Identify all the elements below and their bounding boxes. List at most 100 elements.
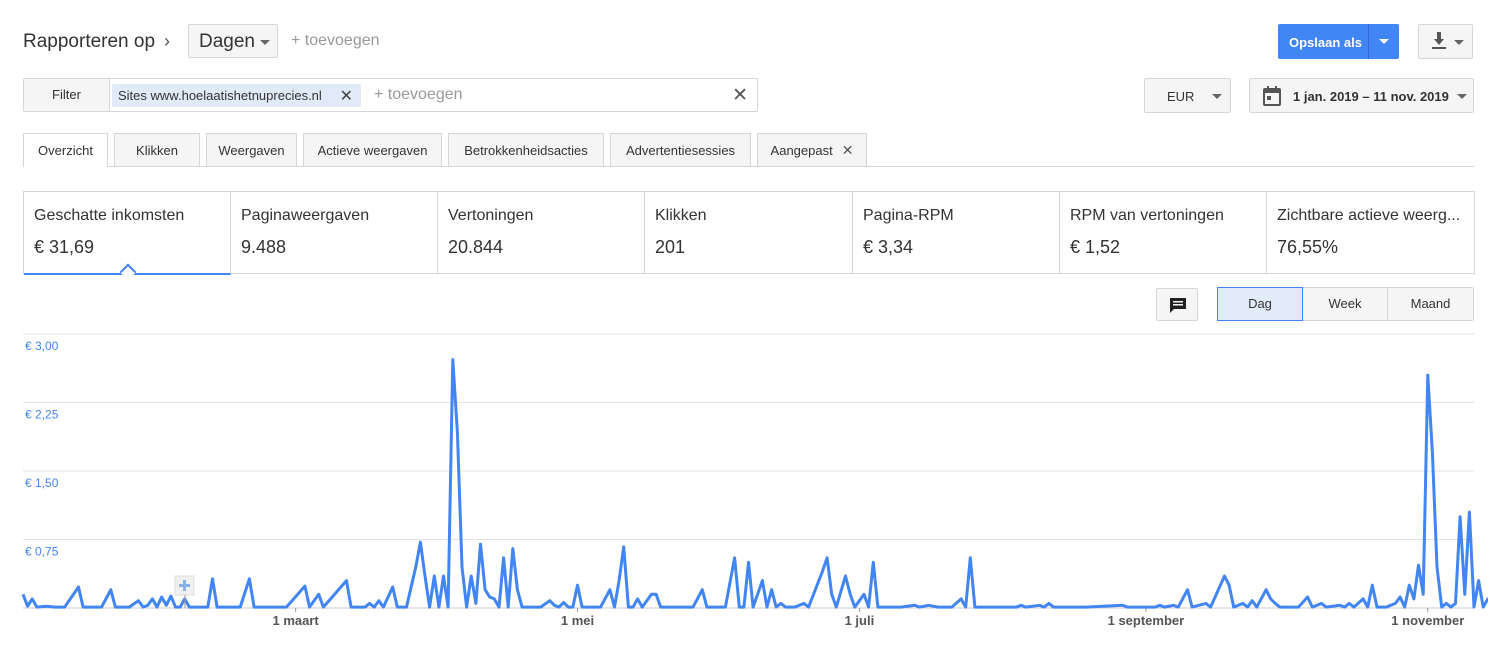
add-dimension-link[interactable]: + toevoegen <box>291 32 380 50</box>
x-tick-label: 1 juli <box>845 613 875 628</box>
tab-label: Overzicht <box>38 143 93 158</box>
data-point <box>169 595 172 598</box>
data-point <box>1399 596 1402 599</box>
tab-klikken[interactable]: Klikken <box>114 133 200 166</box>
filter-add-input[interactable]: + toevoegen <box>374 86 463 104</box>
data-point <box>197 606 200 609</box>
data-point <box>1339 604 1342 607</box>
dimension-dropdown[interactable]: Dagen <box>188 24 278 58</box>
data-point <box>752 606 755 609</box>
plus-icon[interactable] <box>174 575 195 596</box>
tab-betrokkenheidsacties[interactable]: Betrokkenheidsacties <box>448 133 604 166</box>
tab-overzicht[interactable]: Overzicht <box>23 133 108 167</box>
filter-button[interactable]: Filter <box>24 79 110 111</box>
data-point <box>622 545 625 548</box>
granularity-day-button[interactable]: Dag <box>1217 287 1303 321</box>
metric-value: € 3,34 <box>863 237 914 257</box>
granularity-week-button[interactable]: Week <box>1303 288 1388 320</box>
data-point <box>1209 606 1212 609</box>
data-point <box>484 588 487 591</box>
data-point <box>849 593 852 596</box>
metric-value: 9.488 <box>241 237 287 257</box>
data-point <box>470 575 473 578</box>
data-point <box>793 606 796 609</box>
data-point <box>516 588 519 591</box>
data-point <box>391 586 394 589</box>
currency-dropdown[interactable]: EUR <box>1144 78 1231 113</box>
data-point <box>867 606 870 609</box>
caret-down-icon <box>1457 94 1467 99</box>
data-point <box>308 606 311 609</box>
data-point <box>826 556 829 559</box>
data-point <box>992 606 995 609</box>
save-as-button[interactable]: Opslaan als <box>1278 24 1399 59</box>
data-point <box>969 556 972 559</box>
tab-actieve-weergaven[interactable]: Actieve weergaven <box>303 133 442 166</box>
data-point <box>853 606 856 609</box>
data-point <box>650 593 653 596</box>
metric-card[interactable]: Zichtbare actieve weerg... 76,55% <box>1267 192 1474 273</box>
tab-label: Betrokkenheidsacties <box>464 143 588 158</box>
data-point <box>428 606 431 609</box>
data-point <box>1269 597 1272 600</box>
tab-label: Weergaven <box>218 143 285 158</box>
data-point <box>668 606 671 609</box>
data-point <box>636 597 639 600</box>
data-point <box>442 575 445 578</box>
data-point <box>216 606 219 609</box>
data-point <box>1047 602 1050 605</box>
dimension-label: Dagen <box>199 31 255 52</box>
close-icon[interactable]: ✕ <box>732 84 748 107</box>
data-point <box>766 606 769 609</box>
data-point <box>521 606 524 609</box>
data-point <box>599 606 602 609</box>
data-point <box>447 606 450 609</box>
data-point <box>1311 606 1314 609</box>
tab-weergaven[interactable]: Weergaven <box>206 133 297 166</box>
data-point <box>1126 606 1129 609</box>
data-point <box>1121 604 1124 607</box>
data-point <box>1297 606 1300 609</box>
x-tick-label: 1 september <box>1108 613 1185 628</box>
data-point <box>322 606 325 609</box>
data-point <box>461 565 464 568</box>
data-point <box>918 606 921 609</box>
metric-card[interactable]: Klikken 201 <box>645 192 853 273</box>
save-as-label: Opslaan als <box>1289 35 1362 50</box>
data-point <box>382 606 385 609</box>
data-point <box>733 556 736 559</box>
data-point <box>165 604 168 607</box>
data-point <box>1205 602 1208 605</box>
data-point <box>775 606 778 609</box>
metric-card[interactable]: Geschatte inkomsten € 31,69 <box>24 192 231 281</box>
tab-aangepast[interactable]: Aangepast ✕ <box>757 133 867 166</box>
metric-card[interactable]: Paginaweergaven 9.488 <box>231 192 438 273</box>
data-point <box>821 570 824 573</box>
data-point <box>174 606 177 609</box>
metric-name: Klikken <box>655 207 707 224</box>
data-point <box>835 606 838 609</box>
caret-down-icon[interactable] <box>1379 39 1389 44</box>
granularity-month-button[interactable]: Maand <box>1388 288 1473 320</box>
date-range-dropdown[interactable]: 1 jan. 2019 – 11 nov. 2019 <box>1249 78 1474 113</box>
data-point <box>100 606 103 609</box>
metric-card[interactable]: Pagina-RPM € 3,34 <box>853 192 1060 273</box>
annotation-button[interactable] <box>1156 288 1198 321</box>
download-button[interactable] <box>1418 24 1473 59</box>
metric-card[interactable]: RPM van vertoningen € 1,52 <box>1060 192 1267 273</box>
metric-value: € 31,69 <box>34 237 95 257</box>
data-point <box>632 606 635 609</box>
tab-advertentiesessies[interactable]: Advertentiesessies <box>610 133 751 166</box>
data-point <box>1343 606 1346 609</box>
data-point <box>876 606 879 609</box>
close-icon[interactable]: ✕ <box>842 142 854 158</box>
data-point <box>659 606 662 609</box>
close-icon[interactable]: ✕ <box>340 86 353 106</box>
data-point <box>1366 606 1369 609</box>
data-point <box>761 579 764 582</box>
data-point <box>424 575 427 578</box>
y-tick-label: € 2,25 <box>25 408 59 422</box>
data-point <box>1246 606 1249 609</box>
metric-card[interactable]: Vertoningen 20.844 <box>438 192 645 273</box>
filter-chip[interactable]: Sites www.hoelaatishetnuprecies.nl ✕ <box>112 84 361 107</box>
